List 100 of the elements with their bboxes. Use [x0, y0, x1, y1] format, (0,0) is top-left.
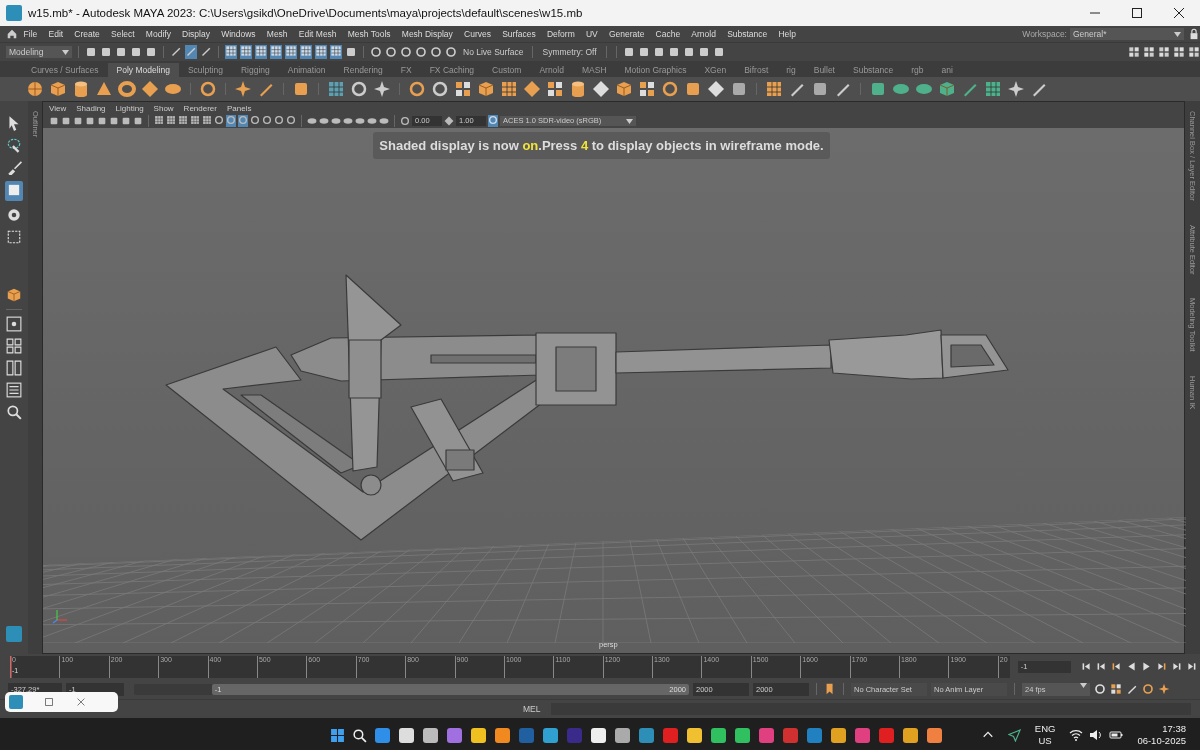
lasso-icon[interactable] — [6, 137, 22, 153]
shelf-tab[interactable]: XGen — [695, 63, 736, 77]
ring-icon[interactable] — [661, 80, 679, 98]
app-icon[interactable] — [590, 726, 607, 744]
square-icon[interactable] — [712, 46, 725, 58]
live-surface-label[interactable]: No Live Surface — [460, 47, 527, 57]
app-icon[interactable] — [470, 726, 487, 744]
menu-item[interactable]: Mesh — [261, 29, 294, 39]
square-icon[interactable] — [345, 46, 357, 58]
ring-icon[interactable] — [400, 46, 412, 58]
grid-icon[interactable] — [225, 45, 237, 57]
cylinder-icon[interactable] — [569, 80, 587, 98]
menu-item[interactable]: Substance — [721, 29, 773, 39]
play-forward-icon[interactable] — [1140, 661, 1152, 672]
pen-icon[interactable] — [1126, 683, 1138, 695]
shelf-tab[interactable]: Arnold — [530, 63, 573, 77]
grid-icon[interactable] — [765, 80, 783, 98]
ring-icon[interactable] — [415, 46, 427, 58]
menu-item[interactable]: Generate — [603, 29, 650, 39]
cube-icon[interactable] — [49, 80, 67, 98]
pen-icon[interactable] — [200, 45, 212, 57]
next-key-icon[interactable] — [1155, 661, 1167, 672]
app-icon[interactable] — [422, 726, 439, 744]
app-icon[interactable] — [710, 726, 727, 744]
blocks-icon[interactable] — [638, 80, 656, 98]
diamond-icon[interactable] — [444, 116, 454, 126]
panel-menu[interactable]: Lighting — [115, 103, 144, 113]
blocks-icon[interactable] — [1158, 46, 1170, 58]
input-language[interactable]: ENG — [1034, 723, 1056, 735]
app-icon[interactable] — [686, 726, 703, 744]
shelf-tab[interactable]: FX Caching — [420, 63, 484, 77]
ring-icon[interactable] — [408, 80, 426, 98]
square-icon[interactable] — [811, 80, 829, 98]
scale-tool-icon[interactable] — [6, 229, 22, 245]
caret-icon[interactable] — [626, 118, 633, 124]
menu-item[interactable]: Deform — [541, 29, 581, 39]
symmetry-label[interactable]: Symmetry: Off — [539, 47, 600, 57]
lock-icon[interactable] — [1188, 28, 1200, 40]
star-icon[interactable] — [373, 80, 391, 98]
search-icon[interactable] — [6, 404, 22, 420]
ring-icon[interactable] — [430, 46, 442, 58]
caret-icon[interactable] — [1080, 682, 1087, 688]
square-icon[interactable] — [667, 46, 680, 58]
panel-menu[interactable]: Show — [153, 103, 174, 113]
menu-item[interactable]: File — [18, 29, 43, 39]
app-icon[interactable] — [494, 726, 511, 744]
prev-key-icon[interactable] — [1110, 661, 1122, 672]
square-icon[interactable] — [682, 46, 695, 58]
shelf-tab[interactable]: Sculpting — [178, 63, 232, 77]
square-icon[interactable] — [130, 46, 142, 58]
grid-icon[interactable] — [202, 115, 212, 125]
volume-icon[interactable] — [1089, 728, 1104, 742]
square-icon[interactable] — [652, 46, 665, 58]
shelf-tab[interactable]: FX — [391, 63, 421, 77]
menu-item[interactable]: UV — [580, 29, 604, 39]
grid-icon[interactable] — [315, 45, 327, 57]
paint-brush-icon[interactable] — [6, 159, 22, 175]
app-icon[interactable] — [734, 726, 751, 744]
menu-item[interactable]: Surfaces — [496, 29, 542, 39]
menu-item[interactable]: Select — [105, 29, 141, 39]
blocks-icon[interactable] — [1143, 46, 1155, 58]
cone-icon[interactable] — [95, 80, 113, 98]
diamond-icon[interactable] — [707, 80, 725, 98]
diamond-icon[interactable] — [141, 80, 159, 98]
disc-icon[interactable] — [307, 116, 317, 126]
panel-menu[interactable]: Panels — [226, 103, 252, 113]
input-region[interactable]: US — [1038, 735, 1052, 747]
menu-item[interactable]: Modify — [140, 29, 177, 39]
menu-item[interactable]: Mesh Display — [396, 29, 459, 39]
square-icon[interactable] — [292, 80, 310, 98]
single-view-icon[interactable] — [6, 316, 22, 332]
menu-item[interactable]: Display — [176, 29, 216, 39]
square-icon[interactable] — [133, 116, 143, 126]
caret-icon[interactable] — [1174, 31, 1181, 37]
shelf-tab[interactable]: Substance — [844, 63, 903, 77]
square-icon[interactable] — [100, 46, 112, 58]
menu-item[interactable]: Edit Mesh — [293, 29, 343, 39]
home-icon[interactable] — [6, 28, 18, 40]
grid-icon[interactable] — [240, 45, 252, 57]
torus-icon[interactable] — [118, 80, 136, 98]
ring-icon[interactable] — [199, 80, 217, 98]
shelf-tab[interactable]: Custom — [483, 63, 531, 77]
menu-item[interactable]: Help — [772, 29, 802, 39]
outliner-view-icon[interactable] — [6, 382, 22, 398]
square-icon[interactable] — [85, 116, 95, 126]
diamond-icon[interactable] — [523, 80, 541, 98]
square-icon[interactable] — [622, 46, 635, 58]
pen-icon[interactable] — [170, 45, 182, 57]
menu-item[interactable]: Arnold — [685, 29, 722, 39]
shelf-tab[interactable]: Bullet — [804, 63, 844, 77]
square-icon[interactable] — [73, 116, 83, 126]
grid-icon[interactable] — [166, 115, 176, 125]
menu-item[interactable]: Cache — [650, 29, 686, 39]
skip-end-icon[interactable] — [1185, 661, 1197, 672]
grid-icon[interactable] — [255, 45, 267, 57]
ring-icon[interactable] — [400, 116, 410, 126]
cylinder-icon[interactable] — [72, 80, 90, 98]
star-icon[interactable] — [1007, 80, 1025, 98]
app-icon[interactable] — [398, 726, 415, 744]
blocks-icon[interactable] — [1188, 46, 1200, 58]
